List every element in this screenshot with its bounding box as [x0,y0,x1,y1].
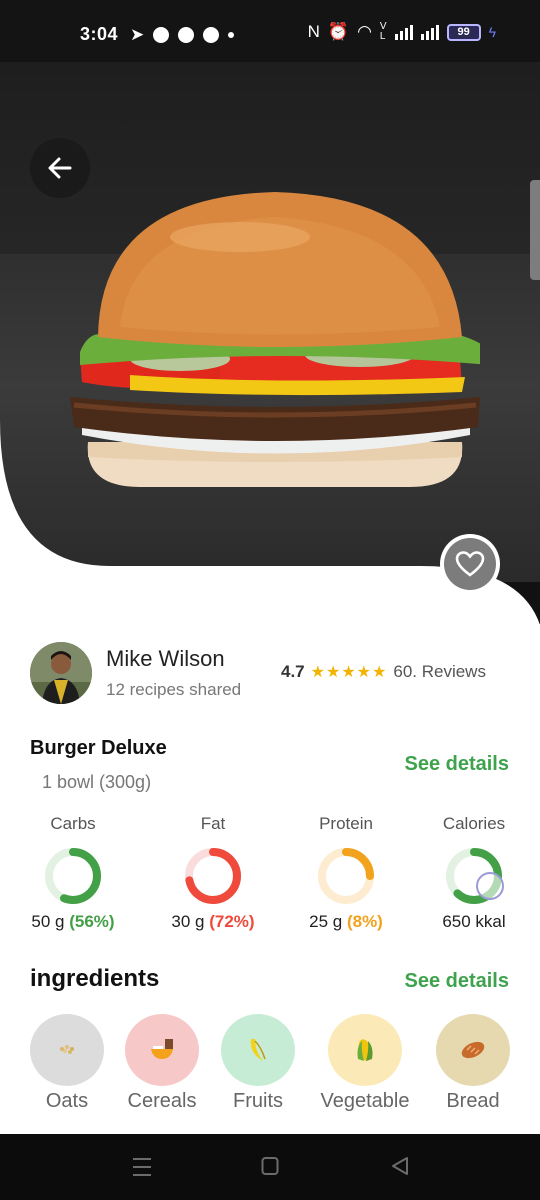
back-button[interactable] [30,138,90,198]
signal-2-icon [420,24,439,40]
battery-icon: 99 [446,23,481,41]
system-navigation-bar [0,1134,540,1200]
nutrition-ring [185,848,241,904]
nutrition-percent: (8%) [346,912,383,931]
volte-icon: VL [379,21,387,42]
ingredient-bubble [436,1014,510,1086]
nutrition-item: Calories 650 kkal [429,814,519,932]
nutrition-ring [45,848,101,904]
heart-icon [455,551,485,577]
nutrition-amount: 25 g [309,912,343,931]
arrow-left-icon [48,157,72,179]
rating-score: 4.7 [281,662,305,681]
ingredient-bubble [125,1014,199,1086]
charging-icon: ϟ [488,24,496,40]
nutrition-percent: (72%) [209,912,255,931]
alarm-icon: ⏰ [327,22,350,41]
sheet-curve [0,420,540,630]
ingredient-bubble [30,1014,104,1086]
nutrition-item: Carbs 50 g (56%) [28,814,118,932]
banana-icon [250,1039,266,1061]
corn-icon [357,1039,373,1061]
nutrition-ring [446,848,504,904]
nfc-icon: N [307,22,320,41]
avatar-photo [30,642,92,704]
ingredient-label: Vegetable [320,1090,410,1112]
nutrition-percent: (56%) [69,912,115,931]
ingredient-label: Oats [45,1090,89,1112]
ingredient-label: Fruits [233,1090,283,1112]
recent-apps-icon[interactable] [132,1156,152,1178]
touch-indicator [476,872,504,900]
nutrition-item: Protein 25 g (8%) [301,814,391,932]
wifi-icon: ◠ [357,22,372,41]
bread-icon [461,1041,485,1059]
ingredient-bubble [328,1014,402,1086]
nutrition-value: 25 g (8%) [301,912,391,932]
nutrition-label: Protein [319,814,373,833]
notification-icons: ➤ [130,25,235,45]
ingredient-label: Bread [446,1090,500,1112]
back-triangle-icon[interactable] [390,1156,410,1176]
cereal-bowl-icon [151,1039,173,1059]
ingredient-cereals[interactable]: Cereals [112,1014,212,1113]
nutrition-ring [318,848,374,904]
telegram-icon: ➤ [130,25,145,44]
nutrition-value: 50 g (56%) [28,912,118,932]
ingredient-oats[interactable]: Oats [17,1014,117,1113]
ingredients-see-details-link[interactable]: See details [404,970,509,993]
nutrition-amount: 50 g [31,912,65,931]
nutrition-label: Fat [200,814,226,833]
ingredient-label: Cereals [127,1090,197,1112]
avatar[interactable] [30,642,92,704]
rating-stars: ★★★★★ [310,664,388,681]
status-bar: 3:04 ➤ N ⏰ ◠ VL 99 ϟ [0,0,540,62]
ingredient-bread[interactable]: Bread [423,1014,523,1113]
messenger-icon [203,27,220,43]
author-name[interactable]: Mike Wilson [106,646,225,672]
ingredients-title: ingredients [30,965,160,992]
recipe-title: Burger Deluxe [30,737,167,759]
nutrition-item: Fat 30 g (72%) [168,814,258,932]
rating: 4.7 ★★★★★ 60. Reviews [281,662,486,682]
status-time: 3:04 [80,24,119,44]
nutrition-label: Carbs [50,814,96,833]
oats-icon [60,1045,74,1054]
serving-size: 1 bowl (300g) [42,772,152,792]
chat-bubble-icon [178,27,195,43]
nutrition-amount: 30 g [171,912,205,931]
home-icon[interactable] [261,1156,279,1176]
nutrition-value: 30 g (72%) [168,912,258,932]
nutrition-label: Calories [442,814,506,833]
ingredient-fruits[interactable]: Fruits [208,1014,308,1113]
ingredient-vegetable[interactable]: Vegetable [315,1014,415,1113]
nutrition-value: 650 kkal [429,912,519,932]
system-icons: N ⏰ ◠ VL 99 ϟ [308,22,496,42]
more-notifications-dot-icon [228,32,235,38]
favorite-button[interactable] [444,538,496,590]
signal-icon [394,24,413,40]
nutrition-amount: 650 kkal [442,912,506,931]
reviews-link[interactable]: 60. Reviews [393,662,486,682]
ingredient-bubble [221,1014,295,1086]
snapchat-icon [153,27,170,43]
scrollbar-thumb[interactable] [530,180,540,280]
recipe-see-details-link[interactable]: See details [404,753,509,776]
author-recipes-count: 12 recipes shared [106,680,242,699]
